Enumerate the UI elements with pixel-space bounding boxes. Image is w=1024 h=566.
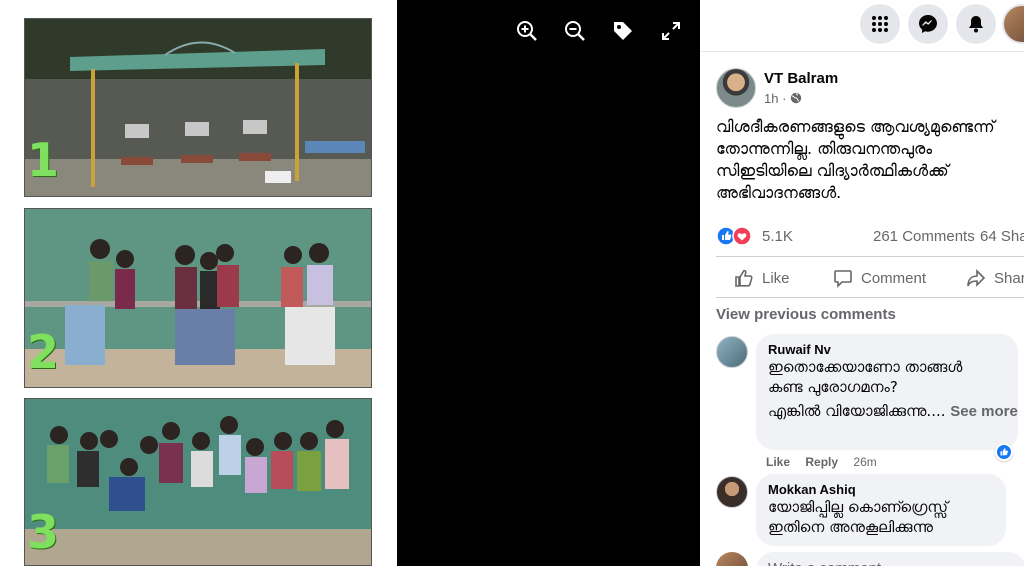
comment-text-line: എങ്കിൽ വിയോജിക്കുന്നു.... xyxy=(768,402,946,420)
public-globe-icon xyxy=(790,92,802,104)
fullscreen-icon xyxy=(662,22,680,40)
panel-number-2: 2 xyxy=(27,325,60,379)
share-button[interactable]: Share xyxy=(966,267,1024,289)
menu-grid-icon xyxy=(872,16,888,32)
comment-button[interactable]: Comment xyxy=(833,267,926,289)
comments-count[interactable]: 261 Comments xyxy=(873,228,975,245)
panel-number-1: 1 xyxy=(27,133,60,187)
post-stats: 5.1K 261 Comments 64 Sha xyxy=(716,226,1024,248)
reaction-count[interactable]: 5.1K xyxy=(762,228,793,245)
comment-reply-link[interactable]: Reply xyxy=(805,455,838,469)
messenger-button[interactable] xyxy=(908,4,948,44)
fullscreen-button[interactable] xyxy=(656,16,686,46)
comment-like-badge[interactable] xyxy=(995,443,1013,461)
comment-label: Comment xyxy=(861,269,927,287)
comment-actions: Like Reply 26m xyxy=(766,455,877,469)
students-photo-2 xyxy=(25,399,371,565)
current-user-avatar xyxy=(716,552,748,566)
like-label: Like xyxy=(762,269,790,287)
tag-photo-button[interactable] xyxy=(608,16,638,46)
commenter-name[interactable]: Mokkan Ashiq xyxy=(768,482,994,497)
top-navigation-bar xyxy=(700,0,1024,52)
post-text: വിശദീകരണങ്ങളുടെ ആവശ്യമുണ്ടെന്ന് തോന്നുന്… xyxy=(716,117,995,202)
comment-text-line: ഇതിനെ അനുകൂലിക്കുന്നു xyxy=(768,518,933,536)
tag-icon xyxy=(614,22,632,40)
collage-panel-3: 3 xyxy=(24,398,372,566)
reactions-icon[interactable] xyxy=(716,226,754,246)
post-actions: Like Comment Share xyxy=(716,256,1024,298)
students-photo-1 xyxy=(25,209,371,387)
write-comment-bar: Write a comment... xyxy=(716,548,1024,566)
view-previous-comments-link[interactable]: View previous comments xyxy=(716,306,896,323)
share-icon xyxy=(967,269,986,287)
notifications-button[interactable] xyxy=(956,4,996,44)
notifications-icon xyxy=(969,16,983,33)
comment-icon xyxy=(834,270,852,288)
commenter-name[interactable]: Ruwaif Nv xyxy=(768,342,1006,357)
commenter-avatar[interactable] xyxy=(716,336,748,368)
author-avatar[interactable] xyxy=(716,68,756,108)
collage-panel-1: 1 xyxy=(24,18,372,197)
zoom-out-icon xyxy=(565,21,585,41)
like-button[interactable]: Like xyxy=(734,267,790,289)
comment-timestamp[interactable]: 26m xyxy=(853,455,876,469)
post-header: VT Balram 1h · xyxy=(716,68,1016,112)
photo-viewer[interactable]: 1 2 3 xyxy=(0,0,700,566)
zoom-out-button[interactable] xyxy=(560,16,590,46)
photo-viewer-page: 1 2 3 VT Balram 1h · വിശദീകരണങ്ങളുടെ ആവശ… xyxy=(0,0,1024,566)
commenter-avatar[interactable] xyxy=(716,476,748,508)
shares-count[interactable]: 64 Sha xyxy=(980,228,1024,245)
panel-number-3: 3 xyxy=(27,505,60,559)
photo-collage: 1 2 3 xyxy=(0,0,397,566)
zoom-in-icon xyxy=(517,21,537,41)
comment-text-line: ഇതൊക്കേയാണോ താങ്ങൾ xyxy=(768,358,963,376)
see-more-link[interactable]: See more xyxy=(950,403,1018,420)
like-icon xyxy=(1000,448,1008,456)
post-timestamp[interactable]: 1h · xyxy=(764,91,786,106)
comment-like-link[interactable]: Like xyxy=(766,455,790,469)
like-icon xyxy=(735,269,753,287)
zoom-in-button[interactable] xyxy=(512,16,542,46)
comment-bubble: Ruwaif Nv ഇതൊക്കേയാണോ താങ്ങൾ കണ്ട പുരോഗമ… xyxy=(756,334,1018,450)
collage-panel-2: 2 xyxy=(24,208,372,388)
profile-avatar[interactable] xyxy=(1002,4,1024,44)
comment-text-line: കണ്ട പുരോഗമനം? xyxy=(768,378,898,396)
post-side-panel: VT Balram 1h · വിശദീകരണങ്ങളുടെ ആവശ്യമുണ്… xyxy=(700,0,1024,566)
menu-button[interactable] xyxy=(860,4,900,44)
messenger-icon xyxy=(919,15,937,33)
share-label: Share xyxy=(994,269,1024,287)
comment-text-line: യോജിപ്പില്ല കൊണ്ഗ്രെസ്സ് xyxy=(768,498,948,516)
comment-bubble: Mokkan Ashiq യോജിപ്പില്ല കൊണ്ഗ്രെസ്സ് ഇത… xyxy=(756,474,1006,546)
write-comment-input[interactable]: Write a comment... xyxy=(756,552,1024,566)
bus-stop-photo xyxy=(25,19,371,196)
author-name[interactable]: VT Balram xyxy=(764,70,838,87)
